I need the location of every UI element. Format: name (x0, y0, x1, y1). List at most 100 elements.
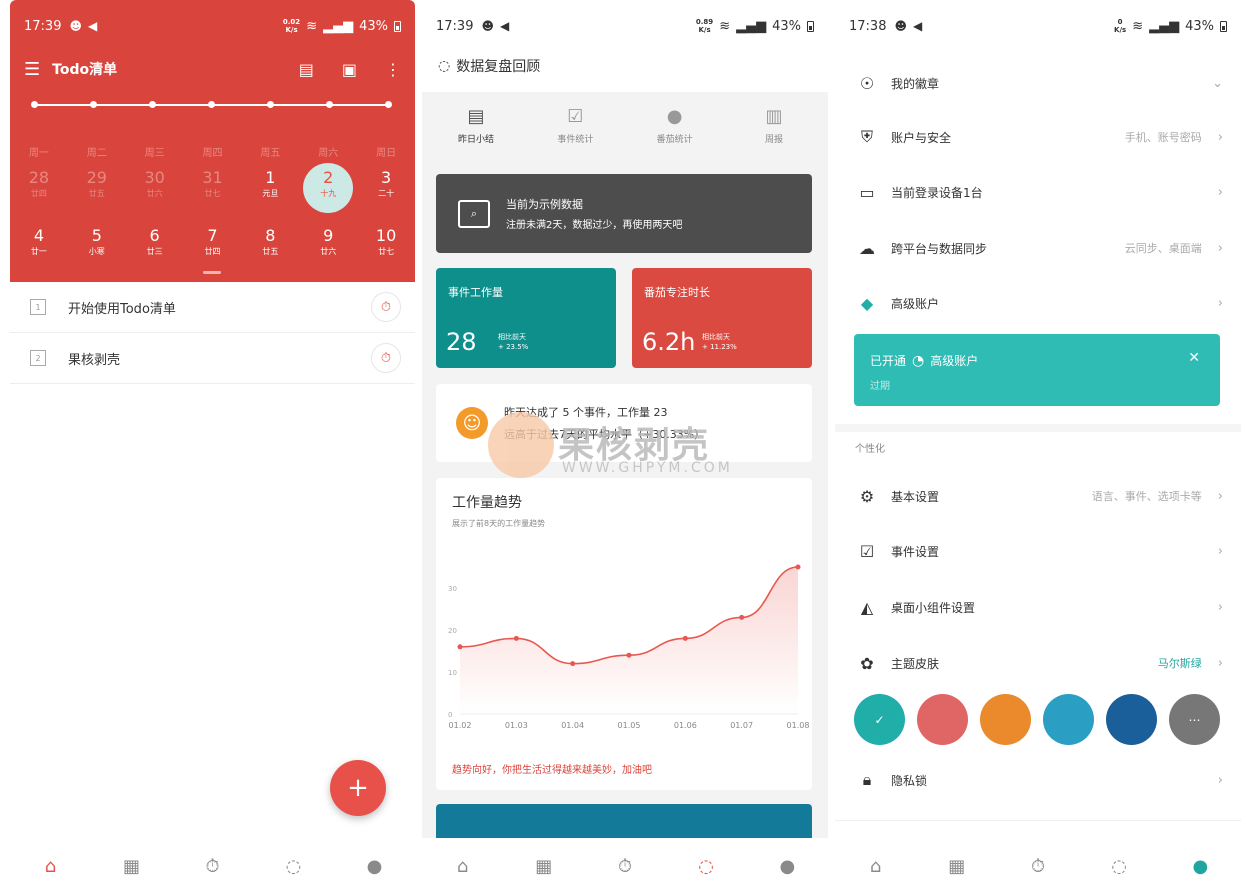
clipboard-check-icon: ☑ (567, 106, 584, 127)
wifi-icon: ≋ (719, 18, 731, 34)
timer-icon[interactable]: ⏱ (1018, 846, 1058, 886)
y-tick-label: 20 (448, 627, 457, 635)
trend-point (682, 635, 688, 641)
settings-row-premium[interactable]: ◆ 高级账户 › (835, 276, 1241, 330)
review-ring-icon[interactable]: ◌ (274, 846, 314, 886)
timeline-dot (90, 101, 97, 108)
bottom-nav: ⌂ ▦ ⏱ ◌ ● (10, 838, 415, 894)
section-divider (835, 820, 1241, 821)
tab-event-stats[interactable]: ☑ 事件统计 (535, 106, 615, 145)
settings-row-privacy-lock[interactable]: 🔒︎ 隐私锁 › (835, 753, 1241, 807)
calendar-day[interactable]: 29 廿五 (68, 168, 126, 200)
status-bar: 17:39 ☻ ◀ 0.02 K/s ≋ ▂▄▆ 43% (10, 0, 415, 52)
tab-yesterday[interactable]: ▤ 昨日小结 (436, 106, 516, 145)
calendar-drag-handle[interactable] (203, 271, 221, 274)
calendar-day[interactable]: 31 廿七 (184, 168, 242, 200)
calendar-day[interactable]: 5 小寒 (68, 226, 126, 258)
calendar-icon[interactable]: ▦ (524, 846, 564, 886)
weekday-labels: 周一 周二 周三 周四 周五 周六 周日 (10, 144, 415, 159)
timer-icon[interactable]: ⏱ (193, 846, 233, 886)
sample-title: 当前为示例数据 (506, 198, 583, 211)
close-icon[interactable]: ✕ (1188, 350, 1200, 366)
page-title: ◌ 数据复盘回顾 (438, 56, 540, 76)
calendar-icon[interactable]: ▦ (112, 846, 152, 886)
task-item[interactable]: 2 果核剥壳 ⏱ (10, 333, 415, 384)
settings-row-sync[interactable]: ☁ 跨平台与数据同步 云同步、桌面端 › (835, 221, 1241, 275)
summary-line-1: 昨天达成了 5 个事件，工作量 23 (504, 406, 668, 419)
inbox-icon[interactable]: ▤ (299, 60, 314, 79)
review-ring-icon[interactable]: ◌ (1099, 846, 1139, 886)
settings-row-events[interactable]: ☑ 事件设置 › (835, 524, 1241, 578)
calendar-day-selected[interactable]: 2 十九 (299, 168, 357, 200)
premium-status-card[interactable]: 已开通 ◔ 高级账户 过期 ✕ (854, 334, 1220, 406)
home-icon[interactable]: ⌂ (856, 846, 896, 886)
badge-icon: ☉ (859, 73, 875, 93)
trend-point (739, 614, 745, 620)
settings-row-account-security[interactable]: ⛨ 账户与安全 手机、账号密码 › (835, 110, 1241, 164)
settings-row-basic[interactable]: ⚙ 基本设置 语言、事件、选项卡等 › (835, 469, 1241, 523)
calendar-day[interactable]: 7 廿四 (184, 226, 242, 258)
status-time: 17:39 (24, 18, 62, 34)
theme-swatch-more[interactable]: ⋯ (1169, 694, 1220, 745)
send-icon: ◀ (499, 19, 510, 33)
trend-subtitle: 展示了前8天的工作量趋势 (452, 519, 546, 528)
weekday-label: 周三 (144, 148, 165, 159)
theme-swatch[interactable] (980, 694, 1031, 745)
x-tick-label: 01.06 (674, 721, 697, 730)
task-item[interactable]: 1 开始使用Todo清单 ⏱ (10, 282, 415, 333)
add-task-button[interactable]: + (330, 760, 386, 816)
home-icon[interactable]: ⌂ (31, 846, 71, 886)
home-icon[interactable]: ⌂ (443, 846, 483, 886)
tab-weekly[interactable]: ▥ 周报 (734, 106, 814, 145)
calendar-day[interactable]: 30 廿六 (126, 168, 184, 200)
settings-row-devices[interactable]: ▭ 当前登录设备1台 › (835, 165, 1241, 219)
more-vert-icon[interactable]: ⋮ (385, 60, 401, 79)
calendar-day[interactable]: 3 二十 (357, 168, 415, 200)
task-checkbox[interactable]: 2 (30, 350, 46, 366)
menu-icon[interactable]: ☰ (24, 59, 40, 80)
palette-icon: ✿ (860, 653, 874, 673)
tomato-timer-icon[interactable]: ⏱ (371, 292, 401, 322)
calendar-day[interactable]: 4 廿一 (10, 226, 68, 258)
timeline-dot (31, 101, 38, 108)
profile-icon[interactable]: ● (355, 846, 395, 886)
timer-icon[interactable]: ⏱ (605, 846, 645, 886)
theme-swatch-selected[interactable]: ✓ (854, 694, 905, 745)
tomato-timer-icon[interactable]: ⏱ (371, 343, 401, 373)
page-title-text: 数据复盘回顾 (456, 59, 541, 75)
app-logo-icon: ◔ (912, 352, 925, 369)
weekday-label: 周六 (318, 148, 339, 159)
calendar-day[interactable]: 8 廿五 (241, 226, 299, 258)
clipboard-check-icon: ☑ (859, 541, 875, 561)
tomato-focus-card[interactable]: 番茄专注时长 6.2h 相比前天 + 11.23% (632, 268, 812, 368)
profile-icon[interactable]: ● (767, 846, 807, 886)
clipboard-icon[interactable]: ▣ (342, 60, 357, 79)
battery-icon (394, 20, 401, 32)
app-toolbar: ☰ Todo清单 ▤ ▣ ⋮ (10, 52, 415, 86)
wifi-icon: ≋ (306, 18, 318, 34)
settings-row-badges[interactable]: ☉ 我的徽章 ⌄ (835, 56, 1241, 110)
settings-row-theme[interactable]: ✿ 主题皮肤 马尔斯绿 › (835, 636, 1241, 690)
daily-summary-card: ☺ 昨天达成了 5 个事件，工作量 23 远高于过去7天的平均水平（+30.33… (436, 384, 812, 462)
profile-icon[interactable]: ● (1180, 846, 1220, 886)
task-checkbox[interactable]: 1 (30, 299, 46, 315)
tab-tomato-stats[interactable]: ● 番茄统计 (635, 106, 715, 145)
review-ring-icon[interactable]: ◌ (686, 846, 726, 886)
workload-card[interactable]: 事件工作量 28 相比前天 + 23.5% (436, 268, 616, 368)
task-list: 1 开始使用Todo清单 ⏱ 2 果核剥壳 ⏱ (10, 282, 415, 384)
calendar-day[interactable]: 6 廿三 (126, 226, 184, 258)
calendar-day[interactable]: 9 廿六 (299, 226, 357, 258)
calendar-day[interactable]: 10 廿七 (357, 226, 415, 258)
theme-swatch[interactable] (1043, 694, 1094, 745)
calendar-day[interactable]: 28 廿四 (10, 168, 68, 200)
calendar-icon[interactable]: ▦ (937, 846, 977, 886)
settings-row-widgets[interactable]: ◭ 桌面小组件设置 › (835, 580, 1241, 634)
chevron-right-icon: › (1217, 488, 1223, 504)
theme-swatch[interactable] (917, 694, 968, 745)
trend-chart: 0 10 20 30 01.02 01.03 01.04 01.05 01.06 01.07 01.… (448, 564, 809, 730)
battery-icon (807, 20, 814, 32)
status-time: 17:38 (849, 18, 887, 34)
calendar-day[interactable]: 1 元旦 (241, 168, 299, 200)
bottom-nav: ⌂ ▦ ⏱ ◌ ● (422, 838, 828, 894)
theme-swatch[interactable] (1106, 694, 1157, 745)
